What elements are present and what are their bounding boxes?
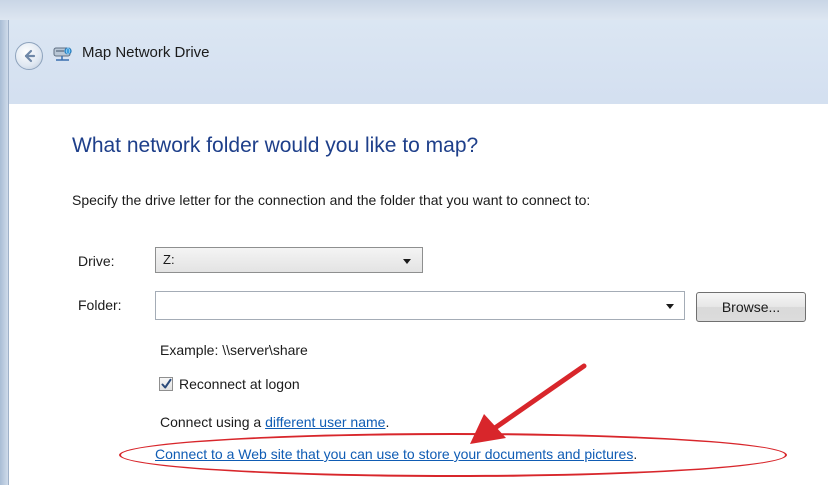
drive-select-value: Z: [163, 252, 175, 267]
browse-button[interactable]: Browse... [696, 292, 806, 322]
back-arrow-icon [24, 49, 36, 63]
different-user-link[interactable]: different user name [265, 414, 385, 430]
back-button[interactable] [15, 42, 43, 70]
page-heading: What network folder would you like to ma… [72, 134, 479, 157]
instruction-text: Specify the drive letter for the connect… [72, 192, 591, 208]
web-link-suffix: . [633, 446, 638, 462]
title-bar [9, 20, 828, 110]
screenshot-frame: Map Network Drive What network folder wo… [0, 0, 828, 485]
web-site-link-line: Connect to a Web site that you can use t… [155, 446, 637, 462]
folder-input[interactable] [160, 295, 654, 317]
window-left-border [0, 20, 9, 485]
reconnect-checkbox[interactable] [159, 377, 173, 391]
example-text: Example: \\server\share [160, 342, 308, 358]
network-drive-icon [53, 47, 72, 61]
chevron-down-icon[interactable] [666, 304, 674, 309]
connect-different-user-line: Connect using a different user name. [160, 414, 389, 430]
drive-select[interactable]: Z: [155, 247, 423, 273]
checkmark-icon [161, 378, 172, 389]
connect-suffix: . [385, 414, 390, 430]
folder-label: Folder: [78, 297, 122, 313]
reconnect-label: Reconnect at logon [179, 376, 300, 392]
web-site-link[interactable]: Connect to a Web site that you can use t… [155, 446, 633, 462]
parent-window-strip [0, 0, 828, 21]
chevron-down-icon [403, 259, 411, 264]
connect-prefix: Connect using a [160, 414, 266, 430]
drive-label: Drive: [78, 253, 115, 269]
folder-combo[interactable] [155, 291, 685, 320]
window-title: Map Network Drive [82, 44, 210, 61]
